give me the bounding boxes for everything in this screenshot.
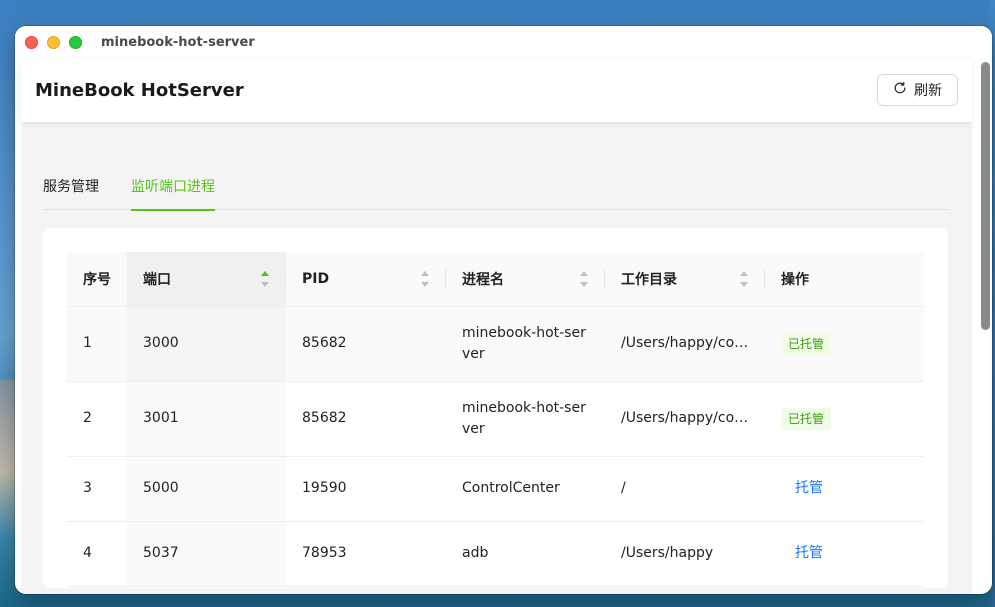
table-row[interactable]: 1 3000 85682 minebook-hot-server /Users/…	[67, 306, 924, 382]
app-window: minebook-hot-server MineBook HotServer 刷…	[15, 26, 992, 594]
table-row[interactable]: 4 5037 78953 adb /Users/happy 托管	[67, 521, 924, 587]
cell-action: 托管	[765, 521, 924, 587]
cell-index: 1	[67, 306, 127, 382]
app-header: MineBook HotServer 刷新	[21, 58, 972, 122]
cell-port: 3001	[127, 381, 286, 457]
cell-pid: 85682	[286, 306, 446, 382]
cell-pid: 19590	[286, 456, 446, 522]
column-header-workdir[interactable]: 工作目录	[605, 252, 765, 307]
minimize-window-button[interactable]	[47, 35, 60, 49]
cell-pid: 85682	[286, 381, 446, 457]
managed-tag: 已托管	[781, 332, 832, 355]
sort-icon[interactable]	[420, 271, 430, 287]
sort-icon[interactable]	[579, 271, 589, 287]
cell-process-name: ControlCenter	[446, 456, 605, 522]
tab-bar: 服务管理 监听端口进程	[43, 176, 950, 211]
manage-link[interactable]: 托管	[795, 545, 823, 561]
column-header-port[interactable]: 端口	[127, 252, 286, 307]
cell-action: 已托管	[765, 306, 924, 382]
cell-index: 3	[67, 456, 127, 522]
table-header-row: 序号 端口 PID 进程名 工作目录 操作	[67, 252, 924, 307]
cell-index: 4	[67, 521, 127, 587]
sort-icon[interactable]	[260, 271, 270, 287]
cell-workdir: /Users/happy	[605, 521, 765, 587]
refresh-button-label: 刷新	[914, 83, 942, 99]
column-header-process-name[interactable]: 进程名	[446, 252, 605, 307]
app-title: MineBook HotServer	[35, 79, 244, 101]
table-row[interactable]: 2 3001 85682 minebook-hot-server /Users/…	[67, 381, 924, 457]
cell-action: 已托管	[765, 381, 924, 457]
cell-workdir: /Users/happy/code/minebook-hot-server	[605, 306, 765, 382]
column-header-action: 操作	[765, 252, 924, 307]
cell-workdir: /Users/happy/code/minebook-hot-server	[605, 381, 765, 457]
managed-tag: 已托管	[781, 407, 832, 430]
cell-process-name: minebook-hot-server	[446, 381, 605, 457]
window-title: minebook-hot-server	[101, 34, 255, 50]
tab-service-management[interactable]: 服务管理	[43, 176, 99, 210]
cell-process-name: minebook-hot-server	[446, 306, 605, 382]
cell-port: 3000	[127, 306, 286, 382]
cell-index: 2	[67, 381, 127, 457]
table-row[interactable]: 3 5000 19590 ControlCenter / 托管	[67, 456, 924, 522]
refresh-button[interactable]: 刷新	[877, 74, 958, 106]
cell-port: 5000	[127, 456, 286, 522]
zoom-window-button[interactable]	[69, 35, 82, 49]
cell-process-name: adb	[446, 521, 605, 587]
process-table: 序号 端口 PID 进程名 工作目录 操作 1 3000 85682 mineb…	[67, 252, 924, 587]
cell-pid: 78953	[286, 521, 446, 587]
cell-port: 5037	[127, 521, 286, 587]
column-header-index: 序号	[67, 252, 127, 307]
close-window-button[interactable]	[25, 35, 38, 49]
process-table-card: 序号 端口 PID 进程名 工作目录 操作 1 3000 85682 mineb…	[43, 228, 948, 588]
cell-action: 托管	[765, 456, 924, 522]
titlebar[interactable]: minebook-hot-server	[15, 26, 992, 58]
vertical-scrollbar[interactable]	[981, 60, 990, 590]
refresh-icon	[893, 81, 907, 99]
cell-workdir: /	[605, 456, 765, 522]
column-header-pid[interactable]: PID	[286, 252, 446, 307]
manage-link[interactable]: 托管	[795, 480, 823, 496]
scrollbar-thumb[interactable]	[981, 62, 990, 330]
tab-listening-ports[interactable]: 监听端口进程	[131, 176, 215, 211]
sort-icon[interactable]	[739, 271, 749, 287]
